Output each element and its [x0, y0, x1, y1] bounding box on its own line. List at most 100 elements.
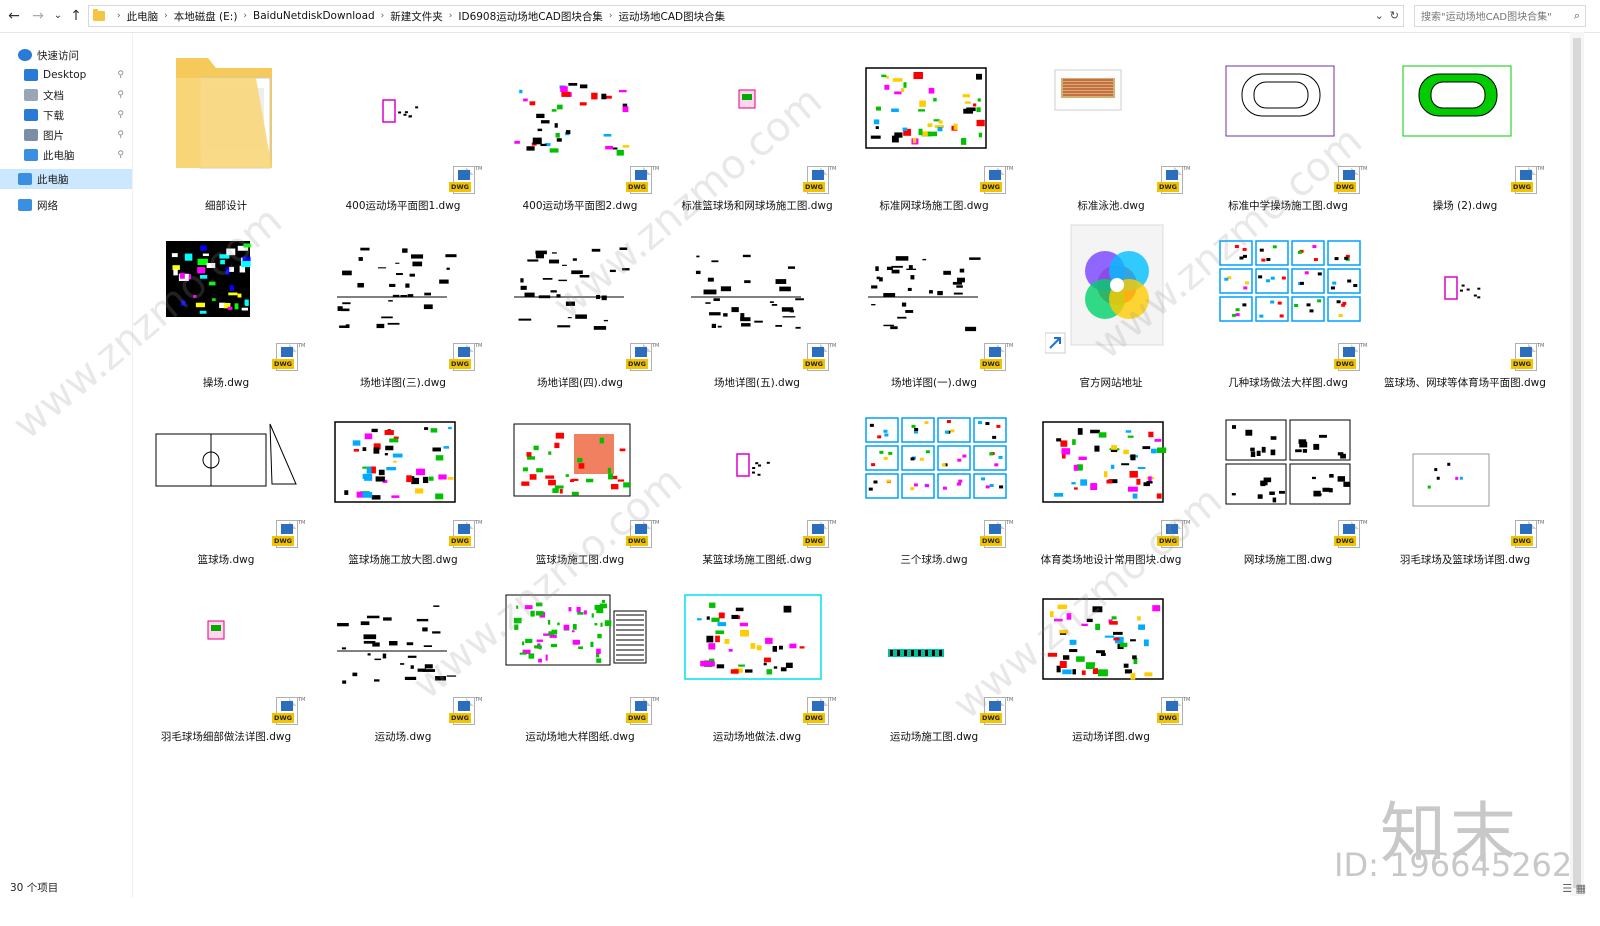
vertical-scrollbar[interactable]: [1570, 32, 1584, 896]
cad-preview: [1225, 65, 1335, 137]
dwg-file-icon: DWG TM: [1334, 343, 1367, 375]
trademark-mark: TM: [475, 520, 483, 526]
file-item[interactable]: DWG TM 几种球场做法大样图.dwg: [1202, 213, 1374, 389]
file-thumbnail: [1222, 392, 1354, 522]
trademark-mark: TM: [1360, 520, 1368, 526]
file-item[interactable]: DWG TM 操场 (2).dwg: [1379, 36, 1551, 212]
file-item[interactable]: DWG TM 运动场地做法.dwg: [671, 567, 843, 743]
file-item[interactable]: DWG TM 三个球场.dwg: [848, 390, 1020, 566]
sidebar-item[interactable]: Desktop ⚲: [0, 65, 132, 85]
pin-icon: ⚲: [117, 150, 124, 160]
up-button[interactable]: ↑: [66, 6, 86, 26]
cad-preview: [514, 82, 630, 156]
trademark-mark: TM: [475, 343, 483, 349]
dwg-badge-label: DWG: [449, 536, 471, 546]
file-item[interactable]: DWG TM 篮球场.dwg: [140, 390, 312, 566]
breadcrumb-item[interactable]: 本地磁盘 (E:): [174, 9, 238, 24]
sidebar-item[interactable]: 文档 ⚲: [0, 85, 132, 105]
dwg-file-icon: DWG TM: [626, 343, 659, 375]
file-item[interactable]: DWG TM 羽毛球场细部做法详图.dwg: [140, 567, 312, 743]
file-item[interactable]: DWG TM 网球场施工图.dwg: [1202, 390, 1374, 566]
file-item[interactable]: DWG TM 运动场施工图.dwg: [848, 567, 1020, 743]
file-item[interactable]: DWG TM 操场.dwg: [140, 213, 312, 389]
file-item[interactable]: DWG TM 篮球场、网球等体育场平面图.dwg: [1379, 213, 1551, 389]
trademark-mark: TM: [652, 343, 660, 349]
back-button[interactable]: ←: [4, 6, 24, 26]
sidebar-item[interactable]: 此电脑 ⚲: [0, 145, 132, 165]
sidebar-item-label: 此电脑: [43, 149, 75, 162]
cad-preview: [1444, 276, 1481, 300]
file-thumbnail: [514, 38, 646, 168]
cad-preview: [337, 605, 457, 684]
dwg-file-icon: DWG TM: [1511, 166, 1544, 198]
file-item[interactable]: DWG TM 场地详图(四).dwg: [494, 213, 666, 389]
sidebar-item-label: Desktop: [43, 69, 87, 81]
cad-preview: [691, 254, 804, 329]
file-item[interactable]: DWG TM 某篮球场施工图纸.dwg: [671, 390, 843, 566]
file-thumbnail: [334, 392, 469, 522]
file-thumbnail: [684, 569, 823, 699]
sidebar-item[interactable]: 下载 ⚲: [0, 105, 132, 125]
address-toolbar: ← → ⌄ ↑ › 此电脑 › 本地磁盘 (E:) › BaiduNetdisk…: [0, 0, 1600, 33]
breadcrumb-item[interactable]: BaiduNetdiskDownload: [253, 10, 375, 22]
sidebar-item[interactable]: 此电脑: [0, 169, 132, 189]
dwg-badge-label: DWG: [803, 713, 825, 723]
cad-preview: [865, 67, 987, 149]
cad-preview: [1054, 69, 1122, 111]
file-name: 操场 (2).dwg: [1432, 200, 1498, 212]
dwg-file-icon: DWG TM: [980, 343, 1013, 375]
file-name: 羽毛球场细部做法详图.dwg: [160, 731, 292, 743]
file-item[interactable]: DWG TM 场地详图(三).dwg: [317, 213, 489, 389]
status-item-count: 30 个项目: [10, 882, 59, 894]
file-item[interactable]: DWG TM 标准中学操场施工图.dwg: [1202, 36, 1374, 212]
file-item[interactable]: DWG TM 运动场地大样图纸.dwg: [494, 567, 666, 743]
search-box[interactable]: ⌕: [1414, 5, 1586, 27]
document-icon: [24, 89, 38, 101]
sidebar-item-label: 下载: [43, 109, 64, 122]
file-item[interactable]: DWG TM 运动场.dwg: [317, 567, 489, 743]
file-item[interactable]: DWG TM 体育类场地设计常用图块.dwg: [1025, 390, 1197, 566]
file-item[interactable]: DWG TM 羽毛球场及篮球场详图.dwg: [1379, 390, 1551, 566]
file-item[interactable]: DWG TM 400运动场平面图2.dwg: [494, 36, 666, 212]
chevron-down-icon[interactable]: ⌄: [1375, 9, 1384, 22]
shortcut-item[interactable]: 官方网站地址: [1025, 213, 1197, 389]
file-item[interactable]: DWG TM 场地详图(一).dwg: [848, 213, 1020, 389]
breadcrumb-item[interactable]: 运动场地CAD图块合集: [619, 9, 726, 24]
file-item[interactable]: DWG TM 场地详图(五).dwg: [671, 213, 843, 389]
address-bar[interactable]: › 此电脑 › 本地磁盘 (E:) › BaiduNetdiskDownload…: [88, 5, 1404, 27]
cad-preview: [1412, 453, 1490, 507]
recent-locations-button[interactable]: ⌄: [48, 6, 68, 26]
refresh-icon[interactable]: ↻: [1390, 9, 1399, 22]
search-input[interactable]: [1419, 7, 1563, 27]
file-name: 篮球场、网球等体育场平面图.dwg: [1384, 377, 1546, 389]
file-name: 网球场施工图.dwg: [1243, 554, 1333, 566]
breadcrumb-item[interactable]: 新建文件夹: [390, 9, 443, 24]
dwg-badge-label: DWG: [626, 536, 648, 546]
trademark-mark: TM: [1183, 697, 1191, 703]
file-item[interactable]: DWG TM 篮球场施工放大图.dwg: [317, 390, 489, 566]
search-icon[interactable]: ⌕: [1574, 9, 1580, 23]
breadcrumb-item[interactable]: 此电脑: [127, 9, 159, 24]
breadcrumb-item[interactable]: ID6908运动场地CAD图块合集: [458, 9, 603, 24]
sidebar-item-label: 网络: [37, 199, 58, 212]
sidebar-item[interactable]: 快速访问: [0, 45, 132, 65]
dwg-file-icon: DWG TM: [626, 166, 659, 198]
file-item[interactable]: DWG TM 标准泳池.dwg: [1025, 36, 1197, 212]
file-item[interactable]: DWG TM 篮球场施工图.dwg: [494, 390, 666, 566]
forward-button[interactable]: →: [28, 6, 48, 26]
trademark-mark: TM: [475, 697, 483, 703]
file-item[interactable]: DWG TM 标准篮球场和网球场施工图.dwg: [671, 36, 843, 212]
file-item[interactable]: DWG TM 运动场详图.dwg: [1025, 567, 1197, 743]
folder-item[interactable]: 细部设计: [140, 36, 312, 212]
trademark-mark: TM: [829, 343, 837, 349]
sidebar-item[interactable]: 网络: [0, 195, 132, 215]
file-item[interactable]: DWG TM 标准网球场施工图.dwg: [848, 36, 1020, 212]
file-name: 场地详图(三).dwg: [360, 377, 446, 389]
trademark-mark: TM: [298, 697, 306, 703]
file-item[interactable]: DWG TM 400运动场平面图1.dwg: [317, 36, 489, 212]
file-name: 某篮球场施工图纸.dwg: [702, 554, 812, 566]
scrollbar-thumb[interactable]: [1573, 38, 1581, 888]
dwg-file-icon: DWG TM: [626, 520, 659, 552]
trademark-mark: TM: [1537, 520, 1545, 526]
sidebar-item[interactable]: 图片 ⚲: [0, 125, 132, 145]
